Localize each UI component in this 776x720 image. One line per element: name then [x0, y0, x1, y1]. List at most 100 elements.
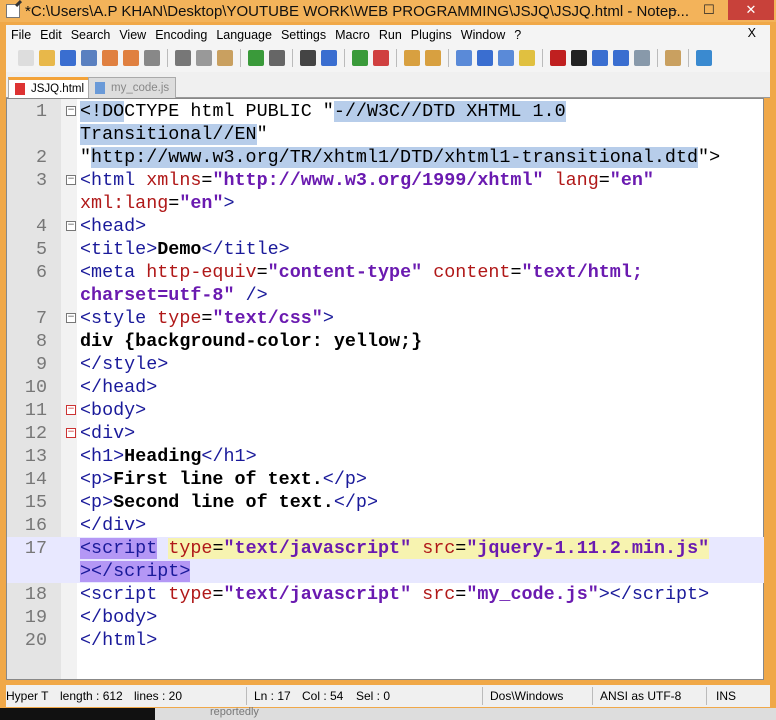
code-line[interactable]: 17 <script type="text/javascript" src="jq… [7, 537, 764, 560]
code-text: <meta http-equiv="content-type" content=… [80, 261, 643, 284]
menu-search[interactable]: Search [71, 28, 111, 42]
tab-label: my_code.js [111, 82, 170, 94]
code-text: </body> [80, 606, 157, 629]
code-text: Transitional//EN" [80, 123, 268, 146]
code-line[interactable]: Transitional//EN" [7, 123, 764, 146]
line-number: 18 [24, 584, 47, 605]
code-line[interactable]: 13 <h1>Heading</h1> [7, 445, 764, 468]
save-macro-icon[interactable] [634, 50, 650, 66]
code-line[interactable]: 7 − <style type="text/css"> [7, 307, 764, 330]
show-all-chars-icon[interactable] [477, 50, 493, 66]
fold-toggle-icon[interactable]: − [66, 106, 76, 116]
code-line[interactable]: 1 − <!DOCTYPE html PUBLIC "-//W3C//DTD XHT… [7, 100, 764, 123]
close-button[interactable]: ✕ [728, 0, 774, 20]
code-line[interactable]: 9 </style> [7, 353, 764, 376]
menu-file[interactable]: File [11, 28, 31, 42]
line-number: 20 [24, 630, 47, 651]
spellcheck-icon[interactable] [696, 50, 712, 66]
user-lang-icon[interactable] [519, 50, 535, 66]
code-token: = [510, 262, 522, 283]
menu-language[interactable]: Language [216, 28, 272, 42]
menu-help[interactable]: ? [514, 28, 521, 42]
code-line[interactable]: 16 </div> [7, 514, 764, 537]
code-text: <html xmlns="http://www.w3.org/1999/xhtm… [80, 169, 654, 192]
fold-toggle-icon[interactable]: − [66, 313, 76, 323]
code-line[interactable]: ></script> [7, 560, 764, 583]
toolbar-separator [542, 49, 543, 67]
code-line[interactable]: 6 <meta http-equiv="content-type" content… [7, 261, 764, 284]
code-line[interactable]: 20 </html> [7, 629, 764, 652]
print-icon[interactable] [144, 50, 160, 66]
minimize-button[interactable]: – [658, 0, 688, 20]
code-token: </head> [80, 377, 158, 398]
new-icon[interactable] [18, 50, 34, 66]
save-icon[interactable] [60, 50, 76, 66]
code-token: <meta [80, 262, 147, 283]
toolbar-separator [292, 49, 293, 67]
fold-toggle-icon[interactable]: − [66, 221, 76, 231]
sync-v-icon[interactable] [404, 50, 420, 66]
save-all-icon[interactable] [81, 50, 97, 66]
open-icon[interactable] [39, 50, 55, 66]
code-line[interactable]: charset=utf-8" /> [7, 284, 764, 307]
redo-icon[interactable] [269, 50, 285, 66]
code-token: <html [80, 170, 147, 191]
indent-guide-icon[interactable] [498, 50, 514, 66]
close-document-button[interactable]: X [748, 26, 756, 40]
cut-icon[interactable] [175, 50, 191, 66]
code-line[interactable]: 18 <script type="text/javascript" src="my… [7, 583, 764, 606]
find-icon[interactable] [300, 50, 316, 66]
code-line[interactable]: 8 div {background-color: yellow;} [7, 330, 764, 353]
menu-view[interactable]: View [119, 28, 146, 42]
zoom-in-icon[interactable] [352, 50, 368, 66]
code-token: src [422, 584, 456, 605]
code-token: = [168, 193, 180, 214]
zoom-out-icon[interactable] [373, 50, 389, 66]
menu-run[interactable]: Run [379, 28, 402, 42]
code-token: First line of text. [113, 469, 323, 490]
code-token: </p> [333, 492, 378, 513]
code-line[interactable]: 12 − <div> [7, 422, 764, 445]
tab-jsjq-html[interactable]: JSJQ.html [8, 77, 92, 98]
maximize-button[interactable]: ☐ [694, 0, 724, 20]
menu-macro[interactable]: Macro [335, 28, 370, 42]
code-line[interactable]: 2 "http://www.w3.org/TR/xhtml1/DTD/xhtml1… [7, 146, 764, 169]
sync-h-icon[interactable] [425, 50, 441, 66]
run-multiple-icon[interactable] [613, 50, 629, 66]
word-wrap-icon[interactable] [456, 50, 472, 66]
close-icon[interactable] [102, 50, 118, 66]
undo-icon[interactable] [248, 50, 264, 66]
fold-toggle-icon[interactable]: − [66, 428, 76, 438]
replace-icon[interactable] [321, 50, 337, 66]
code-editor[interactable]: 1− <!DOCTYPE html PUBLIC "-//W3C//DTD XHT… [6, 98, 764, 680]
code-token: CTYPE html PUBLIC " [124, 101, 334, 122]
code-line[interactable]: 10 </head> [7, 376, 764, 399]
stop-icon[interactable] [571, 50, 587, 66]
code-line[interactable]: 19 </body> [7, 606, 764, 629]
copy-icon[interactable] [196, 50, 212, 66]
code-line[interactable]: 3− <html xmlns="http://www.w3.org/1999/xh… [7, 169, 764, 192]
menu-window[interactable]: Window [461, 28, 505, 42]
tab-my-code-js[interactable]: my_code.js [88, 77, 177, 98]
code-line[interactable]: xml:lang="en"> [7, 192, 764, 215]
code-token: = [455, 538, 467, 559]
fold-toggle-icon[interactable]: − [66, 405, 76, 415]
code-line[interactable]: 15 <p>Second line of text.</p> [7, 491, 764, 514]
code-line[interactable]: 5 <title>Demo</title> [7, 238, 764, 261]
menu-settings[interactable]: Settings [281, 28, 326, 42]
menu-edit[interactable]: Edit [40, 28, 62, 42]
menu-encoding[interactable]: Encoding [155, 28, 207, 42]
code-line[interactable]: 4 − <head> [7, 215, 764, 238]
code-line[interactable]: 14 <p>First line of text.</p> [7, 468, 764, 491]
launch-icon[interactable] [665, 50, 681, 66]
code-token: "en" [179, 193, 224, 214]
paste-icon[interactable] [217, 50, 233, 66]
code-text: <script type="text/javascript" src="jque… [80, 537, 710, 560]
close-all-icon[interactable] [123, 50, 139, 66]
play-icon[interactable] [592, 50, 608, 66]
code-line[interactable]: 11 − <body> [7, 399, 764, 422]
menu-plugins[interactable]: Plugins [411, 28, 452, 42]
fold-toggle-icon[interactable]: − [66, 175, 76, 185]
code-token: "jquery-1.11.2.min.js" [466, 538, 710, 559]
record-icon[interactable] [550, 50, 566, 66]
